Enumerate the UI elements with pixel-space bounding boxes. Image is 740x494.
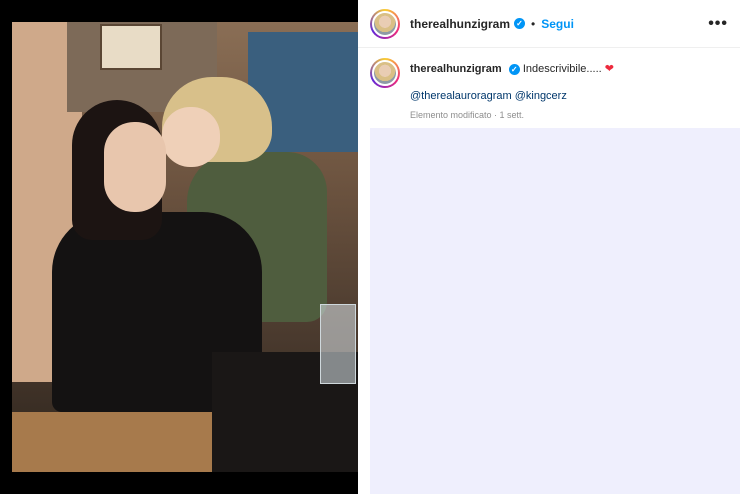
photo-face-dark-hair (104, 122, 166, 212)
caption-meta: Elemento modificato · 1 sett. (410, 110, 525, 120)
photo-wall-frame (100, 24, 162, 70)
follow-button[interactable]: Segui (541, 17, 574, 31)
caption-avatar-image (372, 60, 398, 86)
post-photo[interactable] (12, 22, 358, 472)
comments-area (370, 128, 740, 494)
post-image-panel[interactable] (0, 0, 358, 494)
photo-face-blonde (162, 107, 220, 167)
post-username[interactable]: therealhunzigram (410, 17, 510, 31)
post-sidebar: therealhunzigram ✓ • Segui ••• therealhu… (358, 0, 740, 494)
post-header: therealhunzigram ✓ • Segui ••• (358, 0, 740, 48)
more-options-icon[interactable]: ••• (708, 15, 728, 33)
header-separator: • (531, 16, 536, 31)
photo-glass (320, 304, 356, 384)
caption-line: therealhunzigram ✓ Indescrivibile..... ❤ (410, 62, 614, 77)
verified-badge-icon: ✓ (514, 18, 526, 29)
heart-icon: ❤ (604, 63, 614, 75)
caption-avatar[interactable] (370, 58, 400, 88)
caption-mentions[interactable]: @therealauroragram @kingcerz (410, 89, 614, 104)
caption: therealhunzigram ✓ Indescrivibile..... ❤… (358, 48, 740, 123)
avatar[interactable] (370, 8, 400, 39)
caption-verified-badge-icon: ✓ (508, 64, 520, 75)
caption-username[interactable]: therealhunzigram (410, 63, 502, 75)
caption-text: Indescrivibile..... (522, 63, 602, 75)
caption-body: therealhunzigram ✓ Indescrivibile..... ❤… (410, 58, 614, 123)
avatar-image (372, 10, 398, 37)
